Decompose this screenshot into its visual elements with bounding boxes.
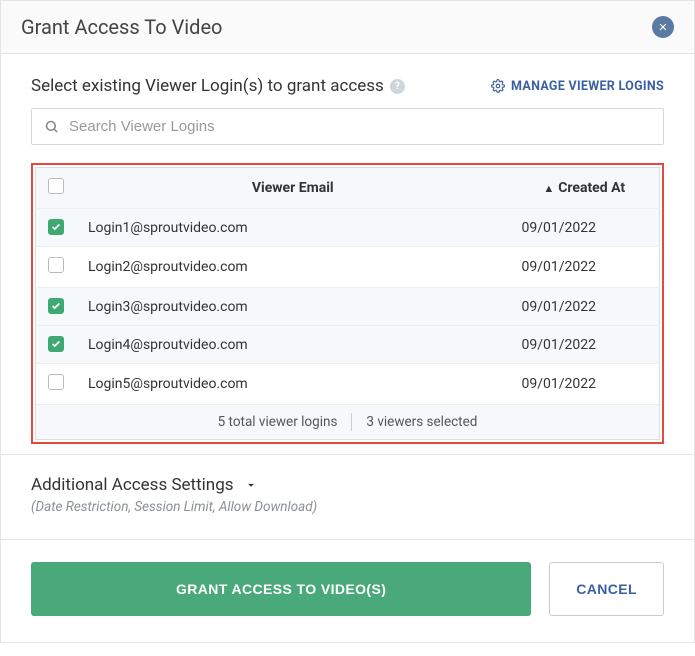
created-at: 09/01/2022 bbox=[510, 364, 660, 405]
grant-access-modal: Grant Access To Video ✕ Select existing … bbox=[0, 0, 695, 643]
row-checkbox[interactable] bbox=[48, 219, 64, 235]
table-row[interactable]: Login1@sproutvideo.com09/01/2022 bbox=[36, 209, 660, 247]
column-header-email[interactable]: Viewer Email bbox=[76, 168, 510, 209]
help-icon[interactable]: ? bbox=[390, 79, 405, 94]
row-checkbox[interactable] bbox=[48, 336, 64, 352]
row-checkbox[interactable] bbox=[48, 298, 64, 314]
additional-settings-section: Additional Access Settings (Date Restric… bbox=[1, 454, 694, 539]
additional-settings-label: Additional Access Settings bbox=[31, 475, 234, 495]
viewer-email: Login2@sproutvideo.com bbox=[76, 247, 510, 288]
select-label-wrap: Select existing Viewer Login(s) to grant… bbox=[31, 76, 405, 96]
sort-asc-icon: ▲ bbox=[543, 182, 554, 195]
total-count: 5 total viewer logins bbox=[204, 405, 352, 439]
created-at: 09/01/2022 bbox=[510, 209, 660, 247]
modal-footer: GRANT ACCESS TO VIDEO(S) CANCEL bbox=[1, 539, 694, 642]
search-input[interactable] bbox=[69, 118, 651, 135]
table-row[interactable]: Login5@sproutvideo.com09/01/2022 bbox=[36, 364, 660, 405]
additional-settings-toggle[interactable]: Additional Access Settings bbox=[31, 475, 664, 495]
search-icon bbox=[44, 119, 59, 134]
modal-header: Grant Access To Video ✕ bbox=[1, 1, 694, 54]
viewer-email: Login4@sproutvideo.com bbox=[76, 326, 510, 364]
additional-settings-subtitle: (Date Restriction, Session Limit, Allow … bbox=[31, 499, 664, 515]
cancel-button[interactable]: CANCEL bbox=[549, 562, 664, 616]
select-row: Select existing Viewer Login(s) to grant… bbox=[31, 76, 664, 96]
viewer-email: Login5@sproutvideo.com bbox=[76, 364, 510, 405]
manage-link-label: MANAGE VIEWER LOGINS bbox=[511, 79, 664, 94]
table-footer: 5 total viewer logins 3 viewers selected bbox=[36, 404, 659, 439]
grant-access-button[interactable]: GRANT ACCESS TO VIDEO(S) bbox=[31, 562, 531, 616]
gear-icon bbox=[491, 79, 505, 93]
modal-title: Grant Access To Video bbox=[21, 15, 222, 39]
selected-count: 3 viewers selected bbox=[352, 405, 491, 439]
select-label: Select existing Viewer Login(s) to grant… bbox=[31, 76, 384, 96]
search-box[interactable] bbox=[31, 108, 664, 145]
created-at: 09/01/2022 bbox=[510, 247, 660, 288]
created-at: 09/01/2022 bbox=[510, 288, 660, 326]
table-row[interactable]: Login3@sproutvideo.com09/01/2022 bbox=[36, 288, 660, 326]
viewer-logins-table: Viewer Email ▲Created At Login1@sproutvi… bbox=[35, 167, 660, 440]
created-at: 09/01/2022 bbox=[510, 326, 660, 364]
column-header-created[interactable]: ▲Created At bbox=[510, 168, 660, 209]
row-checkbox[interactable] bbox=[48, 374, 64, 390]
table-row[interactable]: Login2@sproutvideo.com09/01/2022 bbox=[36, 247, 660, 288]
close-button[interactable]: ✕ bbox=[652, 16, 674, 38]
viewer-email: Login3@sproutvideo.com bbox=[76, 288, 510, 326]
close-icon: ✕ bbox=[658, 22, 667, 33]
manage-viewer-logins-link[interactable]: MANAGE VIEWER LOGINS bbox=[491, 79, 664, 94]
row-checkbox[interactable] bbox=[48, 257, 64, 273]
viewer-email: Login1@sproutvideo.com bbox=[76, 209, 510, 247]
body-section: Select existing Viewer Login(s) to grant… bbox=[1, 54, 694, 454]
table-row[interactable]: Login4@sproutvideo.com09/01/2022 bbox=[36, 326, 660, 364]
table-highlight-frame: Viewer Email ▲Created At Login1@sproutvi… bbox=[31, 163, 664, 444]
chevron-down-icon bbox=[244, 478, 258, 492]
select-all-checkbox[interactable] bbox=[48, 178, 64, 194]
